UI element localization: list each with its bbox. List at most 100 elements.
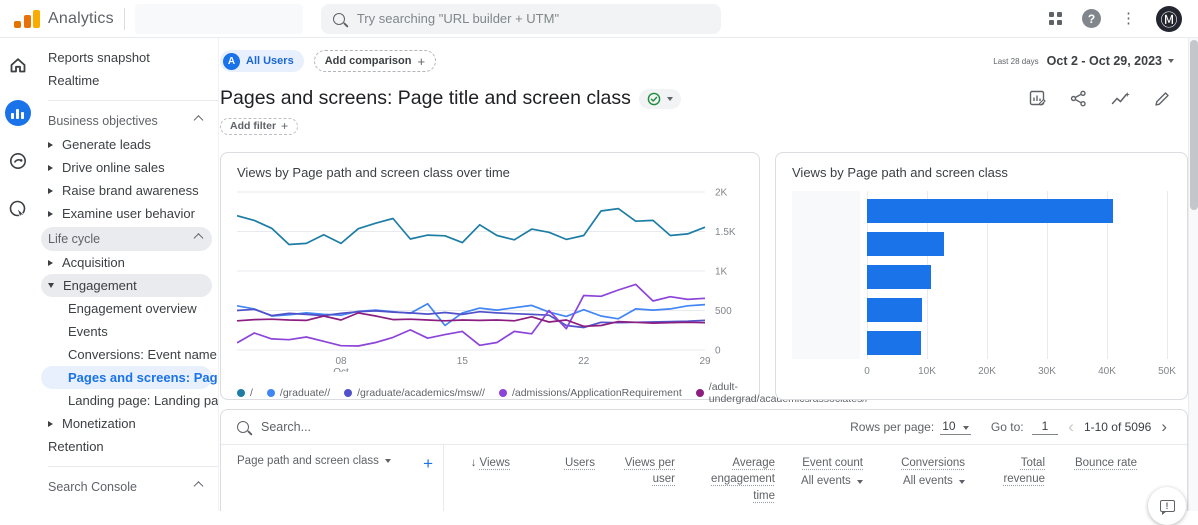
main-content: A All Users Add comparison + Last 28 day… [220, 38, 1188, 511]
sidebar-item-engagement-overview[interactable]: Engagement overview [41, 297, 212, 320]
svg-text:15: 15 [457, 356, 469, 367]
legend-dot-icon [237, 389, 245, 397]
column-header-average-engagement-time[interactable]: Average engagement time [683, 445, 783, 509]
share-icon[interactable] [1070, 90, 1087, 107]
expand-arrow-icon[interactable] [48, 142, 53, 148]
sidebar-item-examine-user-behavior[interactable]: Examine user behavior [41, 202, 212, 225]
add-dimension-button[interactable]: + [423, 455, 433, 472]
sidebar-item-raise-brand-awareness[interactable]: Raise brand awareness [41, 179, 212, 202]
sidebar-item-landing-page-landing-page[interactable]: Landing page: Landing page [41, 389, 212, 412]
advertising-icon[interactable] [5, 196, 31, 222]
check-circle-icon [647, 92, 661, 106]
sidebar-item-pages-and-screens-page-ti[interactable]: Pages and screens: Page ti... [41, 366, 212, 389]
top-header: Analytics ? ⋮ Ⓜ [0, 0, 1198, 38]
sidebar-item-engagement[interactable]: Engagement [41, 274, 212, 297]
bar-chart-title: Views by Page path and screen class [792, 165, 1171, 180]
column-header-views-per-user[interactable]: Views per user [603, 445, 683, 509]
expand-arrow-icon[interactable] [48, 211, 53, 217]
global-search-input[interactable] [357, 11, 709, 26]
insights-icon[interactable] [1111, 91, 1130, 107]
feedback-button[interactable]: ! [1148, 487, 1186, 525]
avatar[interactable]: Ⓜ [1156, 6, 1182, 32]
expand-arrow-icon[interactable] [48, 188, 53, 194]
edit-pencil-icon[interactable] [1154, 91, 1170, 107]
sidebar-item-generate-leads[interactable]: Generate leads [41, 133, 212, 156]
add-filter-label: Add filter [230, 120, 276, 132]
goto-label: Go to: [991, 420, 1024, 434]
sidebar-item-conversions-event-name[interactable]: Conversions: Event name [41, 343, 212, 366]
chevron-down-icon [959, 480, 965, 484]
add-filter-button[interactable]: Add filter + [220, 118, 298, 135]
pagination-range: 1-10 of 5096 [1084, 420, 1151, 434]
column-divider [443, 445, 444, 512]
expand-arrow-icon[interactable] [48, 165, 53, 171]
bar-axis-tick: 40K [1098, 366, 1116, 377]
column-header-views[interactable]: ↓Views [443, 445, 518, 509]
column-header-users[interactable]: Users [518, 445, 603, 509]
global-search[interactable] [321, 4, 721, 34]
apps-grid-icon[interactable] [1049, 12, 1062, 25]
explore-icon[interactable] [5, 148, 31, 174]
bar-row-4 [867, 298, 922, 322]
date-range-picker[interactable]: Last 28 days Oct 2 - Oct 29, 2023 [993, 54, 1174, 68]
metric-filter[interactable]: All events [879, 473, 965, 490]
scrollbar-thumb[interactable] [1190, 40, 1198, 210]
sidebar-section-business-objectives[interactable]: Business objectives [41, 109, 212, 133]
analytics-logo-icon[interactable] [14, 10, 40, 28]
bar-row-3 [867, 265, 931, 289]
column-header-bounce-rate[interactable]: Bounce rate [1053, 445, 1145, 509]
customize-report-icon[interactable] [1029, 90, 1046, 107]
chevron-down-icon [857, 480, 863, 484]
account-selector[interactable] [135, 4, 303, 34]
brand-title: Analytics [48, 10, 114, 28]
home-icon[interactable] [5, 52, 31, 78]
table-search-input[interactable] [261, 420, 561, 434]
goto-page-input[interactable]: 1 [1032, 419, 1059, 435]
kebab-menu-icon[interactable]: ⋮ [1121, 11, 1136, 26]
sidebar-item-drive-online-sales[interactable]: Drive online sales [41, 156, 212, 179]
dimension-column-header: Page path and screen class + [221, 445, 443, 509]
legend-dot-icon [267, 389, 275, 397]
add-comparison-button[interactable]: Add comparison + [314, 50, 436, 72]
next-page-icon[interactable]: › [1157, 418, 1171, 435]
line-chart-title: Views by Page path and screen class over… [237, 165, 743, 180]
rows-per-page-select[interactable]: 10 [940, 419, 971, 435]
page-title: Pages and screens: Page title and screen… [220, 87, 631, 110]
chevron-down-icon [667, 97, 673, 101]
prev-page-icon[interactable]: ‹ [1064, 418, 1078, 435]
sidebar-item-reports-snapshot[interactable]: Reports snapshot [41, 46, 212, 69]
search-icon [237, 421, 249, 433]
collapse-arrow-icon[interactable] [48, 283, 54, 288]
bar-chart-card: Views by Page path and screen class 010K… [775, 152, 1188, 400]
help-icon[interactable]: ? [1082, 9, 1101, 28]
expand-arrow-icon[interactable] [48, 260, 53, 266]
sidebar-gap [35, 499, 218, 509]
sidebar-item-realtime[interactable]: Realtime [41, 69, 212, 92]
data-table-card: Rows per page: 10 Go to: 1 ‹ 1-10 of 509… [220, 409, 1188, 512]
column-header-event-count[interactable]: Event countAll events [783, 445, 871, 509]
metric-filter[interactable]: All events [791, 473, 863, 490]
sidebar-section-life-cycle[interactable]: Life cycle [41, 227, 212, 251]
legend-item-graduate-academics-msw: /graduate/academics/msw// [344, 387, 485, 399]
dimension-select[interactable]: Page path and screen class [237, 455, 379, 467]
sidebar-item-events[interactable]: Events [41, 320, 212, 343]
sidebar-section-search-console[interactable]: Search Console [41, 475, 212, 499]
chevron-down-icon [385, 459, 391, 463]
legend-item-admissions-applicationrequirement: /admissions/ApplicationRequirement [499, 387, 682, 399]
date-preset-label: Last 28 days [993, 57, 1038, 66]
svg-text:0: 0 [715, 345, 721, 356]
sidebar-item-acquisition[interactable]: Acquisition [41, 251, 212, 274]
sidebar-item-retention[interactable]: Retention [41, 435, 212, 458]
chart-legend: //graduate///graduate/academics/msw///ad… [237, 381, 743, 405]
report-status-dropdown[interactable] [639, 89, 681, 109]
column-header-total-revenue[interactable]: Total revenue [973, 445, 1053, 509]
all-users-chip[interactable]: A All Users [220, 50, 304, 72]
expand-arrow-icon[interactable] [48, 421, 53, 427]
reports-icon[interactable] [5, 100, 31, 126]
column-header-conversions[interactable]: ConversionsAll events [871, 445, 973, 509]
legend-item-: / [237, 387, 253, 399]
bar-labels-redacted [792, 191, 860, 359]
bar-plot: 010K20K30K40K50K [792, 191, 1167, 359]
sidebar-item-monetization[interactable]: Monetization [41, 412, 212, 435]
bar-axis-tick: 20K [978, 366, 996, 377]
